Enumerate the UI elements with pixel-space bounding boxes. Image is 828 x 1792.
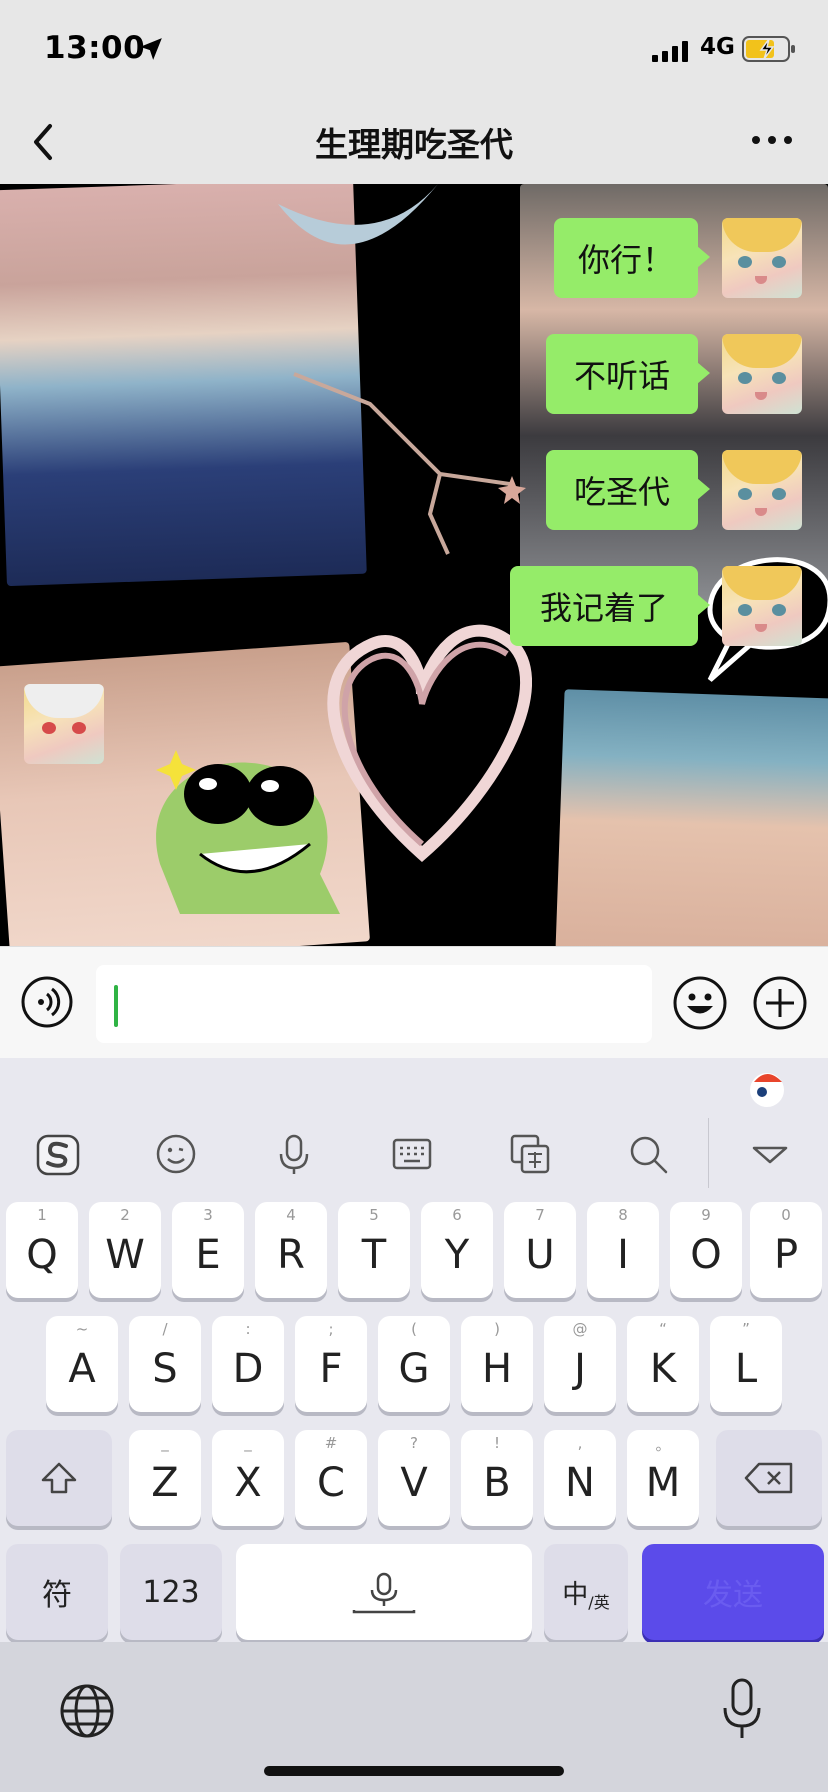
key-x[interactable]: _ X	[212, 1430, 284, 1526]
keyboard: 1Q 2W 3E 4R 5T 6Y 7U 8I 9O 0P ~ A / S :D ;…	[0, 1058, 828, 1642]
microphone-icon[interactable]	[270, 1130, 318, 1178]
backspace-icon	[744, 1462, 793, 1494]
constellation-sticker-icon	[293, 372, 526, 555]
translate-icon[interactable]	[506, 1130, 554, 1178]
keyboard-mascot-icon[interactable]	[746, 1070, 788, 1108]
key-t[interactable]: 5T	[338, 1202, 410, 1298]
user-avatar[interactable]	[722, 334, 802, 414]
toolbar-divider	[708, 1118, 709, 1188]
send-key[interactable]: 发送	[642, 1544, 824, 1640]
user-avatar[interactable]	[722, 450, 802, 530]
chat-area[interactable]: 你行！ 不听话 吃圣代 我记着了	[0, 184, 828, 946]
chat-title: 生理期吃圣代	[315, 125, 513, 164]
key-r[interactable]: 4R	[255, 1202, 327, 1298]
search-icon[interactable]	[624, 1130, 672, 1178]
home-indicator[interactable]	[264, 1766, 564, 1776]
language-toggle-key[interactable]: 中/英	[544, 1544, 628, 1640]
key-y[interactable]: 6Y	[421, 1202, 493, 1298]
message-bubble[interactable]: 我记着了	[510, 566, 710, 646]
symbols-key[interactable]: 符	[6, 1544, 108, 1640]
message-bubble[interactable]: 不听话	[546, 334, 710, 414]
message-bubble[interactable]: 你行！	[554, 218, 710, 298]
dictation-microphone-icon[interactable]	[720, 1678, 764, 1742]
shift-icon	[41, 1462, 77, 1494]
key-m[interactable]: 。 M	[627, 1430, 699, 1526]
dinosaur-sticker-icon	[156, 750, 340, 914]
key-e[interactable]: 3E	[172, 1202, 244, 1298]
key-i[interactable]: 8I	[587, 1202, 659, 1298]
key-f[interactable]: ; F	[295, 1316, 367, 1412]
key-s[interactable]: / S	[129, 1316, 201, 1412]
key-j[interactable]: @ J	[544, 1316, 616, 1412]
key-p[interactable]: 0P	[750, 1202, 822, 1298]
numbers-key[interactable]: 123	[120, 1544, 222, 1640]
more-icon[interactable]	[750, 128, 794, 152]
key-w[interactable]: 2W	[89, 1202, 161, 1298]
emoji-button[interactable]	[672, 975, 728, 1031]
key-c[interactable]: # C	[295, 1430, 367, 1526]
space-key[interactable]	[236, 1544, 532, 1640]
key-z[interactable]: _ Z	[129, 1430, 201, 1526]
shift-key[interactable]	[6, 1430, 112, 1526]
key-l[interactable]: ” L	[710, 1316, 782, 1412]
message-input[interactable]	[96, 965, 652, 1043]
text-caret	[114, 985, 118, 1027]
collapse-icon[interactable]	[746, 1130, 794, 1178]
key-h[interactable]: ) H	[461, 1316, 533, 1412]
background-photo-bottom-right	[555, 689, 828, 946]
space-microphone-icon	[352, 1572, 416, 1614]
moon-sticker-icon	[278, 184, 438, 245]
key-g[interactable]: (G	[378, 1316, 450, 1412]
voice-input-button[interactable]	[20, 975, 74, 1029]
key-k[interactable]: “K	[627, 1316, 699, 1412]
key-d[interactable]: :D	[212, 1316, 284, 1412]
emoji-icon[interactable]	[152, 1130, 200, 1178]
location-arrow-icon	[140, 38, 162, 60]
message-bubble[interactable]: 吃圣代	[546, 450, 710, 530]
key-a[interactable]: ~ A	[46, 1316, 118, 1412]
key-b[interactable]: ! B	[461, 1430, 533, 1526]
user-avatar[interactable]	[722, 566, 802, 646]
more-functions-button[interactable]	[752, 975, 808, 1031]
network-type: 4G	[700, 34, 735, 60]
sogou-logo-icon[interactable]	[34, 1130, 82, 1178]
sticker-avatar	[24, 684, 104, 764]
bottom-strip	[0, 1642, 828, 1792]
status-time: 13:00	[44, 30, 146, 66]
keyboard-icon[interactable]	[388, 1130, 436, 1178]
key-o[interactable]: 9O	[670, 1202, 742, 1298]
user-avatar[interactable]	[722, 218, 802, 298]
globe-icon[interactable]	[58, 1682, 116, 1740]
signal-icon	[652, 41, 688, 62]
battery-charging-icon	[742, 36, 795, 62]
input-bar	[0, 946, 828, 1058]
key-q[interactable]: 1Q	[6, 1202, 78, 1298]
key-u[interactable]: 7U	[504, 1202, 576, 1298]
top-bar: 13:00 4G 生理期吃圣代	[0, 0, 828, 184]
key-v[interactable]: ? V	[378, 1430, 450, 1526]
backspace-key[interactable]	[716, 1430, 822, 1526]
key-n[interactable]: ,N	[544, 1430, 616, 1526]
